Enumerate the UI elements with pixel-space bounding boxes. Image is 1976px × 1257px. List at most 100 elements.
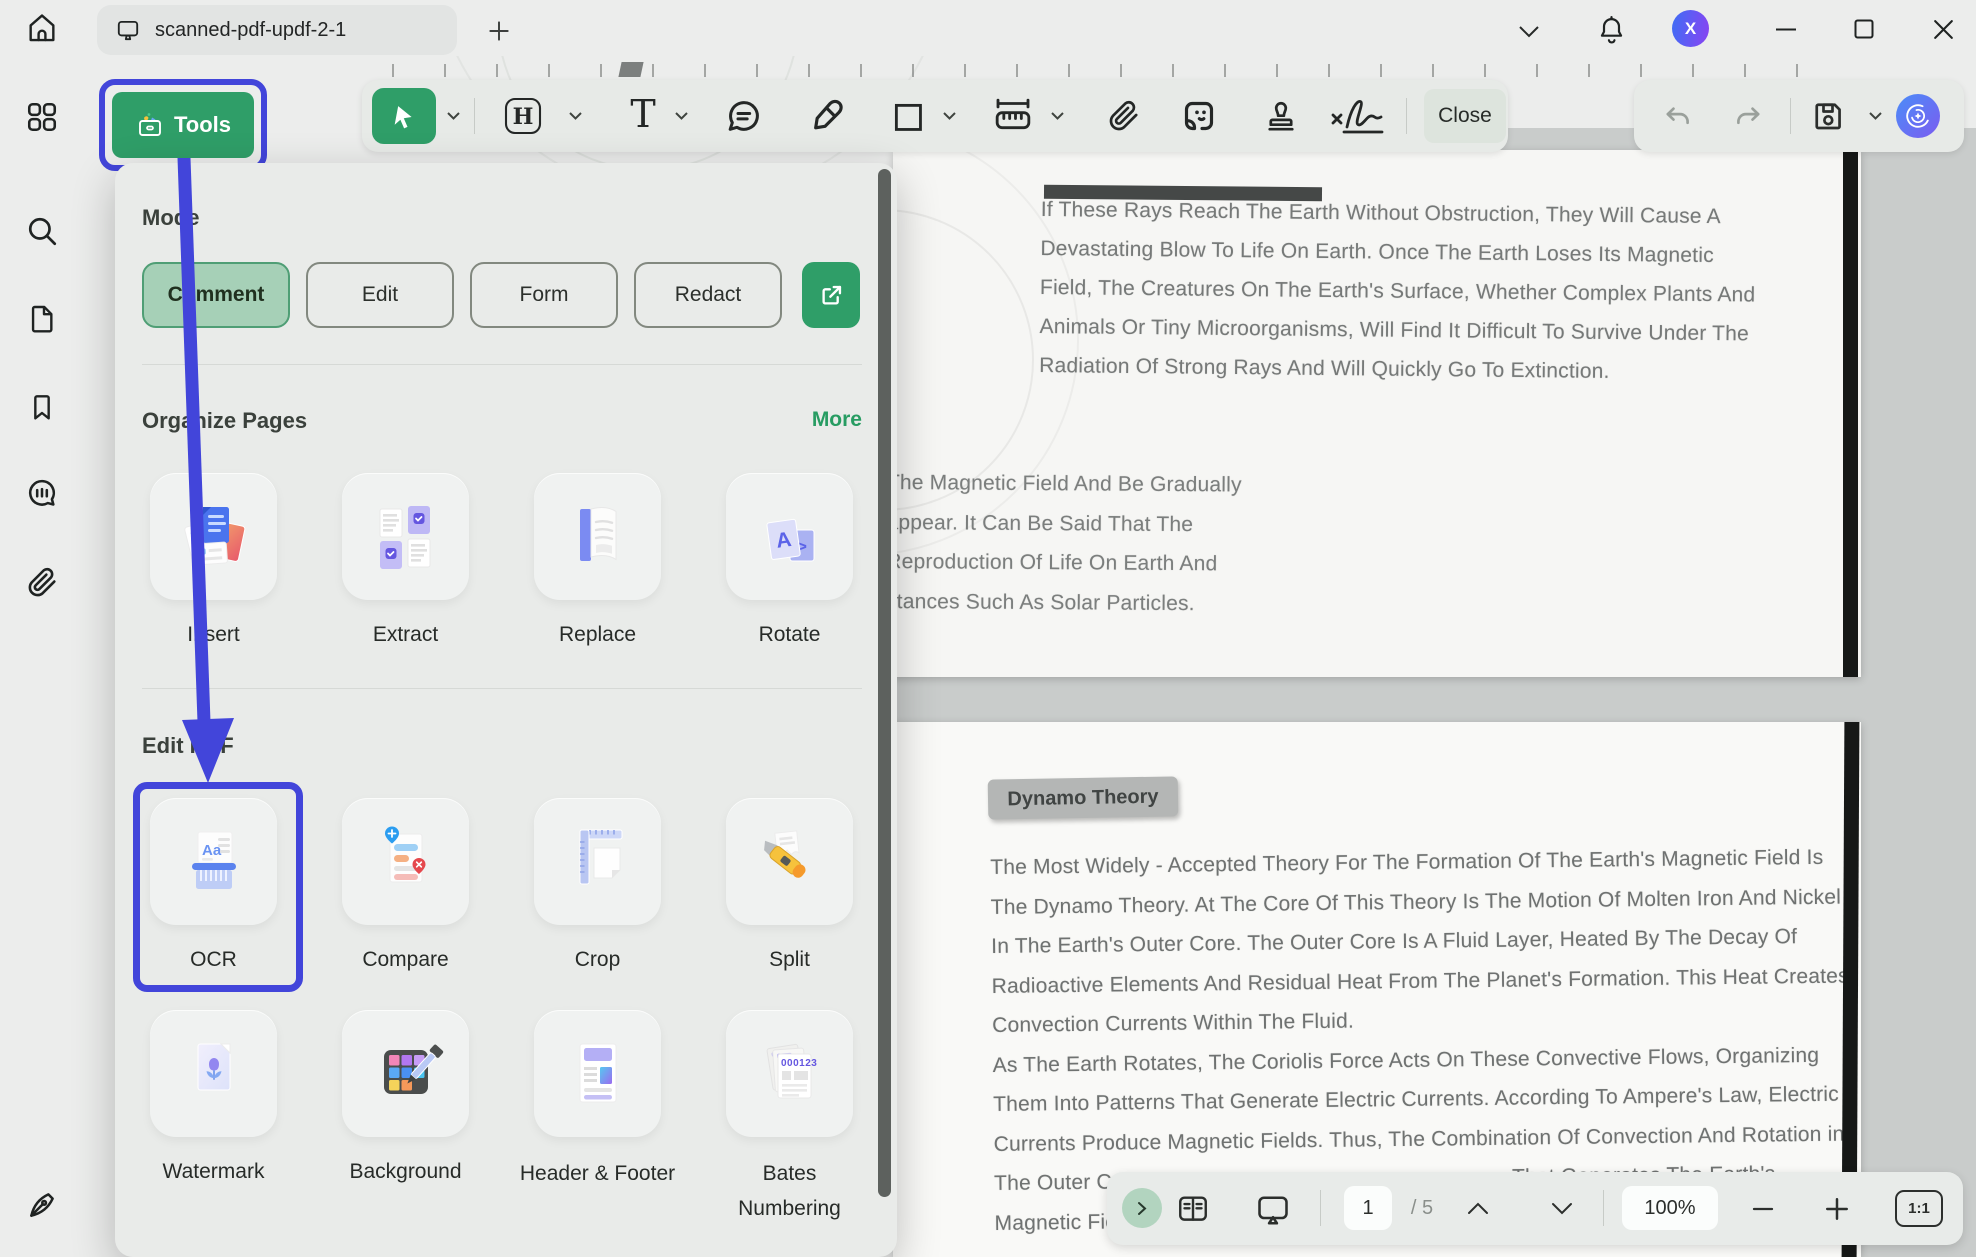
sidebar-item-pen-tools[interactable] xyxy=(23,1186,61,1224)
select-tool-dropdown[interactable] xyxy=(446,111,461,121)
scan-edge-ticks xyxy=(392,64,1822,77)
zoom-in-button[interactable] xyxy=(1819,1172,1855,1245)
collapse-toolbar-button[interactable] xyxy=(1514,18,1544,44)
close-toolbar-button[interactable]: Close xyxy=(1424,89,1506,143)
tool-background[interactable]: Background xyxy=(342,1010,469,1184)
mode-edit-button[interactable]: Edit xyxy=(306,262,454,328)
tool-watermark[interactable]: Watermark xyxy=(150,1010,277,1184)
tool-extract[interactable]: Extract xyxy=(342,473,469,647)
minimize-window-button[interactable] xyxy=(1770,14,1802,44)
tool-ocr[interactable]: Aa OCR xyxy=(150,798,277,972)
sidebar-item-search[interactable] xyxy=(23,212,61,250)
tool-bates-numbering[interactable]: 000123 Bates Numbering xyxy=(726,1010,853,1226)
save-dropdown[interactable] xyxy=(1868,111,1883,121)
sticker-tool-button[interactable] xyxy=(1176,80,1222,152)
bookmark-icon xyxy=(26,390,58,424)
sidebar-item-comments[interactable] xyxy=(23,474,61,512)
undo-icon xyxy=(1662,100,1694,132)
bates-numbering-icon: 000123 xyxy=(750,1034,830,1114)
mode-redact-button[interactable]: Redact xyxy=(634,262,782,328)
tool-split[interactable]: Split xyxy=(726,798,853,972)
zoom-out-button[interactable] xyxy=(1745,1172,1781,1245)
measure-tool-button[interactable] xyxy=(988,80,1038,152)
sticky-note-tool-button[interactable] xyxy=(720,80,766,152)
document-tab-title: scanned-pdf-updf-2-1 xyxy=(155,19,346,42)
scan-edge-mark xyxy=(618,62,643,77)
chevron-down-icon xyxy=(1868,111,1883,121)
sidebar-item-attachments[interactable] xyxy=(23,563,61,601)
pen-nib-icon xyxy=(25,1188,59,1222)
pencil-tool-button[interactable] xyxy=(804,80,850,152)
next-page-button[interactable] xyxy=(1541,1172,1583,1245)
svg-text:T: T xyxy=(630,94,655,136)
tool-compare[interactable]: Compare xyxy=(342,798,469,972)
chevron-down-icon xyxy=(1518,25,1540,38)
shape-tool-dropdown[interactable] xyxy=(942,111,957,121)
tools-button[interactable]: Tools xyxy=(112,92,254,158)
highlight-icon: H xyxy=(503,96,543,136)
highlight-tool-button[interactable]: H xyxy=(500,80,546,152)
grid-icon xyxy=(25,100,59,134)
select-tool-button[interactable] xyxy=(372,88,436,144)
save-icon xyxy=(1810,98,1846,134)
attach-file-tool-button[interactable] xyxy=(1104,80,1144,152)
plus-icon xyxy=(1824,1196,1850,1222)
previous-page-button[interactable] xyxy=(1457,1172,1499,1245)
paperclip-icon xyxy=(1107,99,1141,133)
tool-crop[interactable]: Crop xyxy=(534,798,661,972)
tool-replace[interactable]: Replace xyxy=(534,473,661,647)
maximize-window-button[interactable] xyxy=(1848,14,1880,44)
page1-partial-paragraph: The Magnetic Field And Be Gradually appe… xyxy=(893,463,1307,624)
signature-tool-button[interactable] xyxy=(1326,80,1390,152)
new-tab-button[interactable] xyxy=(484,16,514,46)
organize-more-link[interactable]: More xyxy=(775,408,862,432)
stamp-icon xyxy=(1263,97,1299,135)
tools-button-label: Tools xyxy=(174,112,231,138)
zoom-level-input[interactable]: 100% xyxy=(1622,1186,1718,1230)
save-button[interactable] xyxy=(1806,80,1850,152)
panel-scrollbar[interactable] xyxy=(878,169,891,1197)
tool-header-footer[interactable]: Header & Footer xyxy=(534,1010,661,1191)
mode-form-button[interactable]: Form xyxy=(470,262,618,328)
minus-icon xyxy=(1751,1197,1775,1221)
plus-icon xyxy=(486,18,512,44)
paperclip-icon xyxy=(26,566,59,599)
redo-button[interactable] xyxy=(1728,80,1768,152)
toolbar-divider xyxy=(1406,98,1407,134)
expand-sidebar-button[interactable] xyxy=(1122,1188,1162,1228)
text-tool-dropdown[interactable] xyxy=(674,111,689,121)
reading-mode-button[interactable] xyxy=(1171,1172,1215,1245)
compare-icon xyxy=(366,822,446,902)
user-avatar[interactable]: X xyxy=(1672,10,1709,47)
home-button[interactable] xyxy=(23,9,61,47)
ocr-tool-highlight: Aa OCR xyxy=(133,782,303,992)
undo-button[interactable] xyxy=(1658,80,1698,152)
notifications-button[interactable] xyxy=(1594,12,1628,48)
highlight-tool-dropdown[interactable] xyxy=(568,111,583,121)
actual-size-button[interactable]: 1:1 xyxy=(1895,1190,1943,1227)
open-in-new-window-button[interactable] xyxy=(802,262,860,328)
presentation-mode-button[interactable] xyxy=(1251,1172,1295,1245)
replace-icon xyxy=(558,497,638,577)
toolbox-icon xyxy=(135,110,165,140)
sidebar-item-pages[interactable] xyxy=(23,300,61,338)
page-number-input[interactable]: 1 xyxy=(1344,1186,1392,1230)
sidebar-item-thumbnails[interactable] xyxy=(23,98,61,136)
ai-assistant-button[interactable] xyxy=(1896,94,1940,138)
measure-tool-dropdown[interactable] xyxy=(1050,111,1065,121)
toolbar-divider xyxy=(1790,98,1791,134)
redo-icon xyxy=(1732,100,1764,132)
ocr-icon: Aa xyxy=(174,822,254,902)
sidebar-item-bookmarks[interactable] xyxy=(23,388,61,426)
updf-app-window: If These Rays Reach The Earth Without Ob… xyxy=(0,0,1976,1257)
stamp-tool-button[interactable] xyxy=(1260,80,1302,152)
close-window-button[interactable] xyxy=(1926,14,1960,44)
chevron-down-icon xyxy=(446,111,461,121)
sticker-icon xyxy=(1179,96,1219,136)
tool-rotate[interactable]: > A Rotate xyxy=(726,473,853,647)
document-tab[interactable]: scanned-pdf-updf-2-1 xyxy=(97,5,457,55)
extract-icon xyxy=(366,497,446,577)
text-tool-button[interactable]: T xyxy=(620,80,666,152)
chevron-down-icon xyxy=(1551,1202,1573,1215)
shape-tool-button[interactable] xyxy=(887,80,927,152)
